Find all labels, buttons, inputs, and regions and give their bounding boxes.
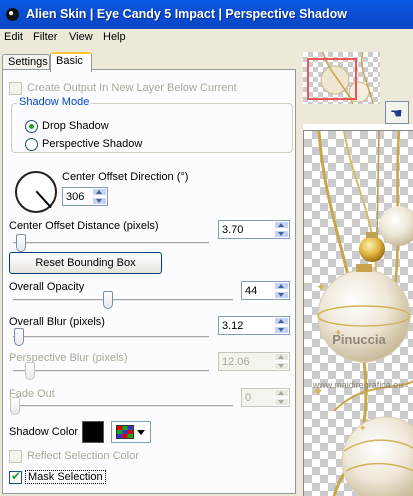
blur-slider-thumb[interactable] [13,328,24,346]
hand-icon: ☚ [390,105,403,121]
fade-out-spinner: 0 [241,388,290,407]
window-title: Alien Skin | Eye Candy 5 Impact | Perspe… [26,7,347,21]
mask-selection-label: Mask Selection [25,470,106,484]
direction-value: 306 [66,191,85,203]
ruler [303,124,413,131]
drop-shadow-label: Drop Shadow [42,120,109,132]
color-grid-icon [116,425,134,439]
perspective-blur-up-icon [274,353,289,361]
distance-up-icon[interactable] [274,221,289,229]
svg-text:✦: ✦ [359,423,367,433]
fade-out-slider-thumb [10,397,20,415]
ornament-preview-image: ✦ ✦ ✦ ✦ [312,131,413,496]
alien-skin-logo-icon [6,8,19,21]
direction-up-icon[interactable] [92,188,107,196]
shadow-mode-title: Shadow Mode [17,96,92,108]
fade-out-up-icon [274,389,289,397]
opacity-label: Overall Opacity [9,281,85,293]
direction-spinner[interactable]: 306 [62,187,108,206]
blur-label: Overall Blur (pixels) [9,316,105,328]
color-picker-dropdown[interactable] [111,421,151,443]
mask-selection-checkbox[interactable]: ✔ [9,469,22,484]
shadow-color-label: Shadow Color [9,426,79,438]
blur-spinner[interactable]: 3.12 [218,316,290,335]
perspective-blur-slider-track [13,370,209,373]
perspective-blur-spinner: 12.06 [218,352,290,371]
title-bar: Alien Skin | Eye Candy 5 Impact | Perspe… [0,0,413,29]
perspective-blur-slider-thumb [25,362,36,380]
create-output-label: Create Output In New Layer Below Current [27,82,237,94]
opacity-slider-track[interactable] [13,299,233,302]
distance-slider-track[interactable] [13,242,209,245]
navigator-view-rect[interactable] [307,58,357,100]
drop-shadow-radio[interactable] [25,120,38,133]
menu-filter[interactable]: Filter [33,31,57,43]
reflect-selection-color-label: Reflect Selection Color [27,450,139,462]
checkmark-icon: ✔ [11,469,22,483]
blur-up-icon[interactable] [274,317,289,325]
tab-basic[interactable]: Basic [50,52,92,72]
opacity-slider-thumb[interactable] [103,291,114,309]
fade-out-value: 0 [245,392,252,404]
direction-label: Center Offset Direction (°) [62,171,189,183]
distance-down-icon[interactable] [274,230,289,238]
perspective-shadow-label: Perspective Shadow [42,138,143,150]
preview-canvas[interactable]: ✦ ✦ ✦ ✦ Pinuccia [303,131,413,496]
fade-out-slider-track [13,405,233,408]
direction-dial[interactable] [15,171,57,213]
opacity-down-icon[interactable] [274,291,289,299]
distance-label: Center Offset Distance (pixels) [9,220,159,232]
menu-help[interactable]: Help [103,31,126,43]
blur-slider-track[interactable] [13,336,209,339]
fade-out-down-icon [274,398,289,406]
blur-down-icon[interactable] [274,326,289,334]
perspective-shadow-radio[interactable] [25,138,38,151]
basic-panel: Create Output In New Layer Below Current… [2,69,296,494]
shadow-color-swatch[interactable] [82,421,104,443]
watermark-name: Pinuccia [332,332,386,347]
perspective-blur-down-icon [274,362,289,370]
reset-bounding-box-button[interactable]: Reset Bounding Box [9,252,162,274]
blur-value: 3.12 [222,320,244,332]
menu-bar: Edit Filter View Help [0,29,413,47]
menu-edit[interactable]: Edit [4,31,23,43]
opacity-up-icon[interactable] [274,282,289,290]
chevron-down-icon [137,430,145,435]
distance-slider-thumb[interactable] [15,234,26,252]
direction-down-icon[interactable] [92,197,107,205]
opacity-spinner[interactable]: 44 [241,281,290,300]
reflect-selection-color-checkbox[interactable] [9,450,22,463]
perspective-blur-value: 12.06 [222,356,250,368]
opacity-value: 44 [245,285,258,297]
distance-spinner[interactable]: 3.70 [218,220,290,239]
create-output-checkbox[interactable] [9,82,22,95]
pan-tool-button[interactable]: ☚ [385,101,409,124]
watermark-url: www.maidiregrafica.eu [312,380,404,390]
menu-view[interactable]: View [69,31,93,43]
svg-text:✦: ✦ [316,280,326,294]
distance-value: 3.70 [222,224,244,236]
